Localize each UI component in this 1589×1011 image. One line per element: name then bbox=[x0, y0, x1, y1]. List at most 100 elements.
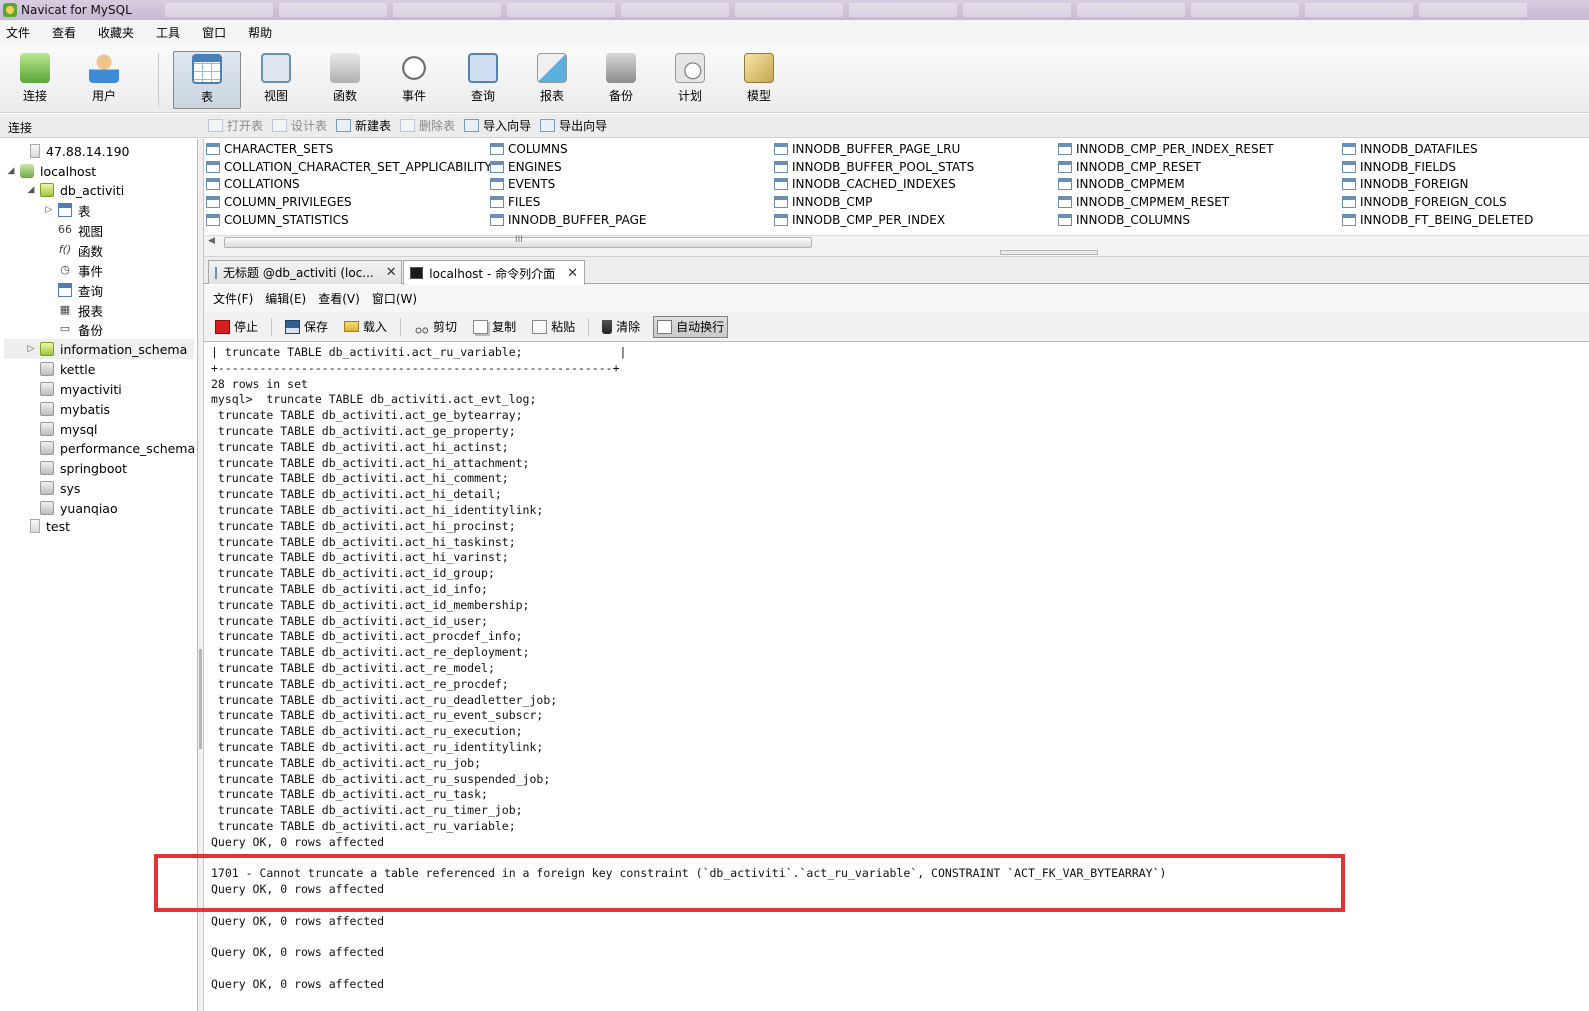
console-menu-view[interactable]: 查看(V) bbox=[318, 290, 360, 307]
object-item[interactable]: INNODB_FOREIGN_COLS bbox=[1342, 193, 1533, 211]
open-table-button[interactable]: 打开表 bbox=[208, 117, 263, 134]
object-item[interactable]: COLLATION_CHARACTER_SET_APPLICABILITY bbox=[206, 158, 492, 176]
object-list-hscrollbar[interactable]: ◀ III bbox=[204, 235, 1589, 249]
close-icon[interactable]: ✕ bbox=[386, 265, 397, 280]
close-icon[interactable]: ✕ bbox=[567, 266, 578, 281]
auto-wrap-toggle[interactable]: 自动换行 bbox=[653, 315, 729, 338]
export-wizard-button[interactable]: 导出向导 bbox=[540, 117, 607, 134]
object-item[interactable]: INNODB_CMPMEM_RESET bbox=[1058, 193, 1274, 211]
tab-localhost-console[interactable]: localhost - 命令列介面 ✕ bbox=[403, 260, 585, 285]
tab-untitled-query[interactable]: 无标题 @db_activiti (loc... ✕ bbox=[208, 260, 402, 284]
object-item[interactable]: INNODB_CMPMEM bbox=[1058, 175, 1274, 193]
new-table-button[interactable]: 新建表 bbox=[336, 117, 391, 134]
tree-db-myactiviti[interactable]: myactiviti bbox=[40, 379, 122, 399]
object-item[interactable]: INNODB_FT_BEING_DELETED bbox=[1342, 211, 1533, 229]
table-icon bbox=[1058, 142, 1072, 155]
object-item[interactable]: INNODB_CACHED_INDEXES bbox=[774, 175, 974, 193]
object-item[interactable]: INNODB_BUFFER_POOL_STATS bbox=[774, 158, 974, 176]
tree-queries[interactable]: 查询 bbox=[58, 280, 103, 300]
object-item[interactable]: EVENTS bbox=[490, 175, 647, 193]
collapse-arrow-icon[interactable]: ◢ bbox=[6, 166, 16, 176]
object-item[interactable]: COLLATIONS bbox=[206, 175, 492, 193]
object-item[interactable]: COLUMN_STATISTICS bbox=[206, 211, 492, 229]
object-item[interactable]: INNODB_CMP_RESET bbox=[1058, 158, 1274, 176]
collapse-arrow-icon[interactable]: ◢ bbox=[26, 185, 36, 195]
copy-button[interactable]: 复制 bbox=[470, 316, 519, 338]
scroll-left-arrow-icon[interactable]: ◀ bbox=[208, 236, 215, 246]
paste-button[interactable]: 粘贴 bbox=[529, 316, 578, 338]
menu-view[interactable]: 查看 bbox=[52, 24, 76, 41]
tree-db-mybatis[interactable]: mybatis bbox=[40, 399, 110, 419]
tree-server-remote[interactable]: 47.88.14.190 bbox=[16, 141, 130, 161]
object-item[interactable]: INNODB_BUFFER_PAGE_LRU bbox=[774, 140, 974, 158]
console-menu-window[interactable]: 窗口(W) bbox=[372, 290, 417, 307]
tree-db-yuanqiao[interactable]: yuanqiao bbox=[40, 498, 118, 518]
import-wizard-button[interactable]: 导入向导 bbox=[464, 117, 531, 134]
object-item[interactable]: INNODB_CMP_PER_INDEX_RESET bbox=[1058, 140, 1274, 158]
object-item[interactable]: INNODB_BUFFER_PAGE bbox=[490, 211, 647, 229]
object-item[interactable]: INNODB_COLUMNS bbox=[1058, 211, 1274, 229]
tree-db-kettle[interactable]: kettle bbox=[40, 359, 95, 379]
toolbar-connection-button[interactable]: 连接 bbox=[2, 51, 68, 109]
toolbar-model-button[interactable]: 模型 bbox=[726, 51, 792, 109]
object-item[interactable]: FILES bbox=[490, 193, 647, 211]
save-button[interactable]: 保存 bbox=[282, 316, 331, 338]
toolbar-schedule-button[interactable]: 计划 bbox=[657, 51, 723, 109]
object-item[interactable]: CHARACTER_SETS bbox=[206, 140, 492, 158]
toolbar-report-button[interactable]: 报表 bbox=[519, 51, 585, 109]
object-item[interactable]: COLUMNS bbox=[490, 140, 647, 158]
stop-button[interactable]: 停止 bbox=[212, 316, 261, 338]
object-item[interactable]: ENGINES bbox=[490, 158, 647, 176]
menu-tools[interactable]: 工具 bbox=[156, 24, 180, 41]
toolbar-view-button[interactable]: 视图 bbox=[243, 51, 309, 109]
tree-server-localhost[interactable]: ◢ localhost bbox=[6, 161, 97, 181]
expand-arrow-icon[interactable]: ▷ bbox=[26, 344, 36, 354]
clear-button[interactable]: 清除 bbox=[599, 316, 643, 338]
tree-events[interactable]: ◷ 事件 bbox=[58, 260, 103, 280]
tree-functions[interactable]: f() 函数 bbox=[58, 240, 103, 260]
expand-arrow-icon[interactable]: ▷ bbox=[44, 205, 54, 215]
object-item[interactable]: INNODB_CMP bbox=[774, 193, 974, 211]
object-item[interactable]: INNODB_FIELDS bbox=[1342, 158, 1533, 176]
object-column-5: INNODB_DATAFILES INNODB_FIELDS INNODB_FO… bbox=[1342, 140, 1533, 228]
table-icon bbox=[1342, 178, 1356, 191]
toolbar-table-button[interactable]: 表 bbox=[173, 51, 241, 109]
console-output-text[interactable]: | truncate TABLE db_activiti.act_ru_vari… bbox=[204, 343, 1589, 993]
object-item[interactable]: INNODB_DATAFILES bbox=[1342, 140, 1533, 158]
object-item[interactable]: INNODB_CMP_PER_INDEX bbox=[774, 211, 974, 229]
tree-server-test[interactable]: test bbox=[16, 516, 70, 536]
toolbar-event-button[interactable]: 事件 bbox=[381, 51, 447, 109]
menu-file[interactable]: 文件 bbox=[6, 24, 30, 41]
delete-table-button[interactable]: 删除表 bbox=[400, 117, 455, 134]
tree-db-springboot[interactable]: springboot bbox=[40, 458, 127, 478]
splitter-grip[interactable] bbox=[199, 649, 202, 749]
tree-views[interactable]: 66 视图 bbox=[58, 220, 103, 240]
menu-window[interactable]: 窗口 bbox=[202, 24, 226, 41]
tree-backups[interactable]: ▭ 备份 bbox=[58, 319, 103, 339]
toolbar-user-button[interactable]: 用户 bbox=[71, 51, 137, 109]
object-item[interactable]: COLUMN_PRIVILEGES bbox=[206, 193, 492, 211]
tree-db-information-schema[interactable]: ▷ information_schema bbox=[4, 339, 194, 359]
panel-splitter[interactable] bbox=[204, 249, 1589, 257]
tree-reports[interactable]: ▦ 报表 bbox=[58, 300, 103, 320]
menu-favorites[interactable]: 收藏夹 bbox=[98, 24, 134, 41]
toolbar-query-button[interactable]: 查询 bbox=[450, 51, 516, 109]
toolbar-function-button[interactable]: 函数 bbox=[312, 51, 378, 109]
tree-db-performance-schema[interactable]: performance_schema bbox=[40, 438, 195, 458]
tree-db-activiti[interactable]: ◢ db_activiti bbox=[26, 180, 125, 200]
console-output-area[interactable]: | truncate TABLE db_activiti.act_ru_vari… bbox=[204, 343, 1589, 1011]
toolbar-backup-button[interactable]: 备份 bbox=[588, 51, 654, 109]
object-item[interactable]: INNODB_FOREIGN bbox=[1342, 175, 1533, 193]
cut-button[interactable]: 剪切 bbox=[411, 316, 460, 338]
load-button[interactable]: 载入 bbox=[341, 316, 390, 338]
tree-db-sys[interactable]: sys bbox=[40, 478, 80, 498]
console-menu-edit[interactable]: 编辑(E) bbox=[265, 290, 306, 307]
scrollbar-thumb[interactable]: III bbox=[224, 235, 812, 248]
tree-db-mysql[interactable]: mysql bbox=[40, 419, 98, 439]
database-open-icon bbox=[40, 183, 54, 197]
console-menu-file[interactable]: 文件(F) bbox=[213, 290, 253, 307]
menu-help[interactable]: 帮助 bbox=[248, 24, 272, 41]
tree-tables[interactable]: ▷ 表 bbox=[44, 200, 91, 220]
design-table-button[interactable]: 设计表 bbox=[272, 117, 327, 134]
splitter-grip[interactable] bbox=[1000, 250, 1098, 255]
